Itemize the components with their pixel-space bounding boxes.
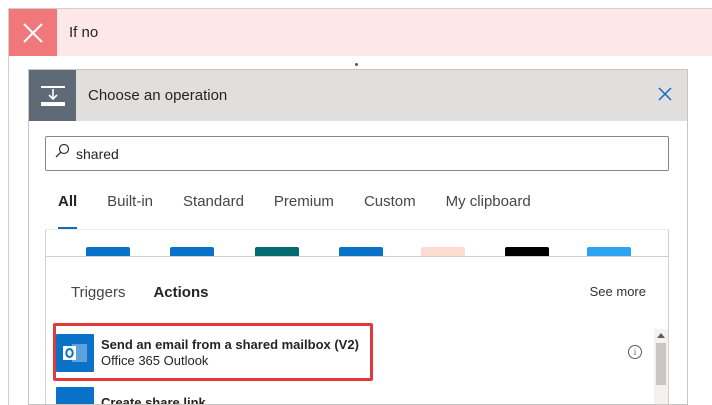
results-tabs: Triggers Actions — [71, 284, 236, 314]
connector-tile[interactable] — [587, 247, 631, 256]
tab-triggers[interactable]: Triggers — [71, 284, 125, 314]
panel-header: Choose an operation — [29, 70, 687, 121]
action-title: Create share link — [101, 395, 206, 405]
connector-tile[interactable] — [170, 247, 214, 256]
panel-title: Choose an operation — [88, 87, 228, 104]
search-icon — [54, 143, 70, 164]
connector-tile[interactable] — [86, 247, 130, 256]
connector-tile[interactable] — [339, 247, 383, 256]
operation-icon — [29, 70, 76, 121]
action-connector-name: Office 365 Outlook — [101, 353, 209, 368]
scroll-up-icon[interactable] — [654, 329, 668, 341]
tab-my-clipboard[interactable]: My clipboard — [446, 191, 531, 229]
tab-actions[interactable]: Actions — [153, 284, 208, 314]
close-x-icon — [9, 9, 57, 56]
close-icon[interactable] — [653, 82, 677, 106]
scroll-thumb[interactable] — [656, 343, 666, 385]
connector-arrow — [355, 63, 358, 66]
see-more-link[interactable]: See more — [590, 284, 646, 299]
info-icon[interactable]: i — [628, 345, 642, 359]
onedrive-icon — [56, 387, 94, 404]
choose-operation-panel: Choose an operation All Built-in Standar… — [28, 69, 688, 405]
action-create-share-link[interactable]: Create share link — [56, 387, 648, 405]
tab-custom[interactable]: Custom — [364, 191, 416, 229]
if-no-branch-header[interactable]: If no — [9, 9, 712, 56]
category-tabs: All Built-in Standard Premium Custom My … — [58, 191, 561, 229]
tab-premium[interactable]: Premium — [274, 191, 334, 229]
action-title: Send an email from a shared mailbox (V2) — [101, 337, 359, 352]
branch-label: If no — [69, 24, 99, 41]
tab-standard[interactable]: Standard — [183, 191, 244, 229]
results-scrollbar[interactable] — [654, 329, 668, 404]
connector-tile[interactable] — [421, 247, 465, 256]
search-input[interactable] — [76, 145, 636, 162]
tab-all[interactable]: All — [58, 191, 78, 229]
connector-list — [45, 230, 669, 256]
search-box[interactable] — [45, 136, 669, 171]
results-pane: Triggers Actions See more Send an email … — [45, 256, 669, 405]
connector-tile[interactable] — [505, 247, 549, 256]
outlook-icon — [56, 334, 94, 372]
tab-built-in[interactable]: Built-in — [107, 191, 153, 229]
connector-tile[interactable] — [255, 247, 299, 256]
action-send-email-shared-mailbox[interactable]: Send an email from a shared mailbox (V2)… — [56, 329, 648, 377]
